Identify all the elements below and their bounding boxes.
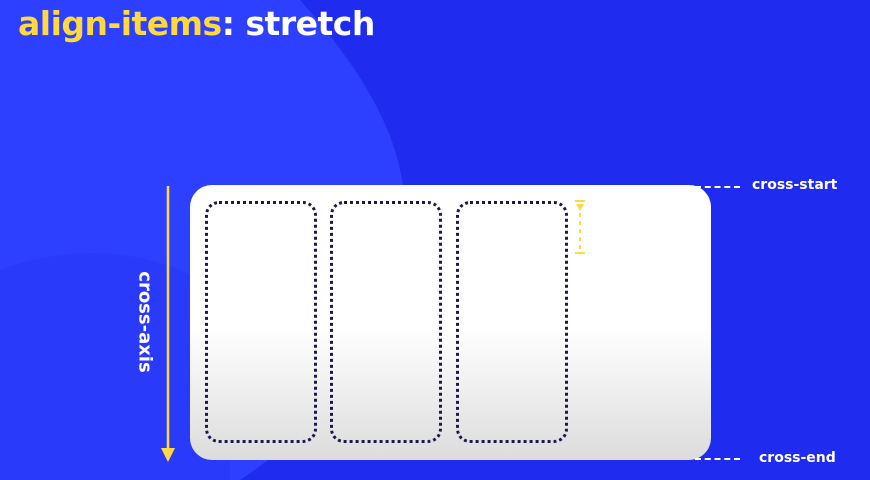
flex-item-1 xyxy=(205,201,317,443)
flex-container xyxy=(190,185,711,460)
title-value: stretch xyxy=(245,4,375,43)
stretch-direction-icon xyxy=(575,200,585,254)
cross-start-line xyxy=(695,186,740,188)
cross-axis-label: cross-axis xyxy=(134,271,156,373)
cross-end-label: cross-end xyxy=(759,450,836,466)
cross-end-line xyxy=(695,458,740,460)
title-separator: : xyxy=(221,4,235,43)
title-property: align-items xyxy=(18,4,222,43)
cross-start-label: cross-start xyxy=(752,177,838,193)
flex-item-3 xyxy=(456,201,568,443)
page-title: align-items: stretch xyxy=(18,4,375,43)
flex-item-2 xyxy=(330,201,442,443)
cross-axis-arrow xyxy=(161,186,175,462)
